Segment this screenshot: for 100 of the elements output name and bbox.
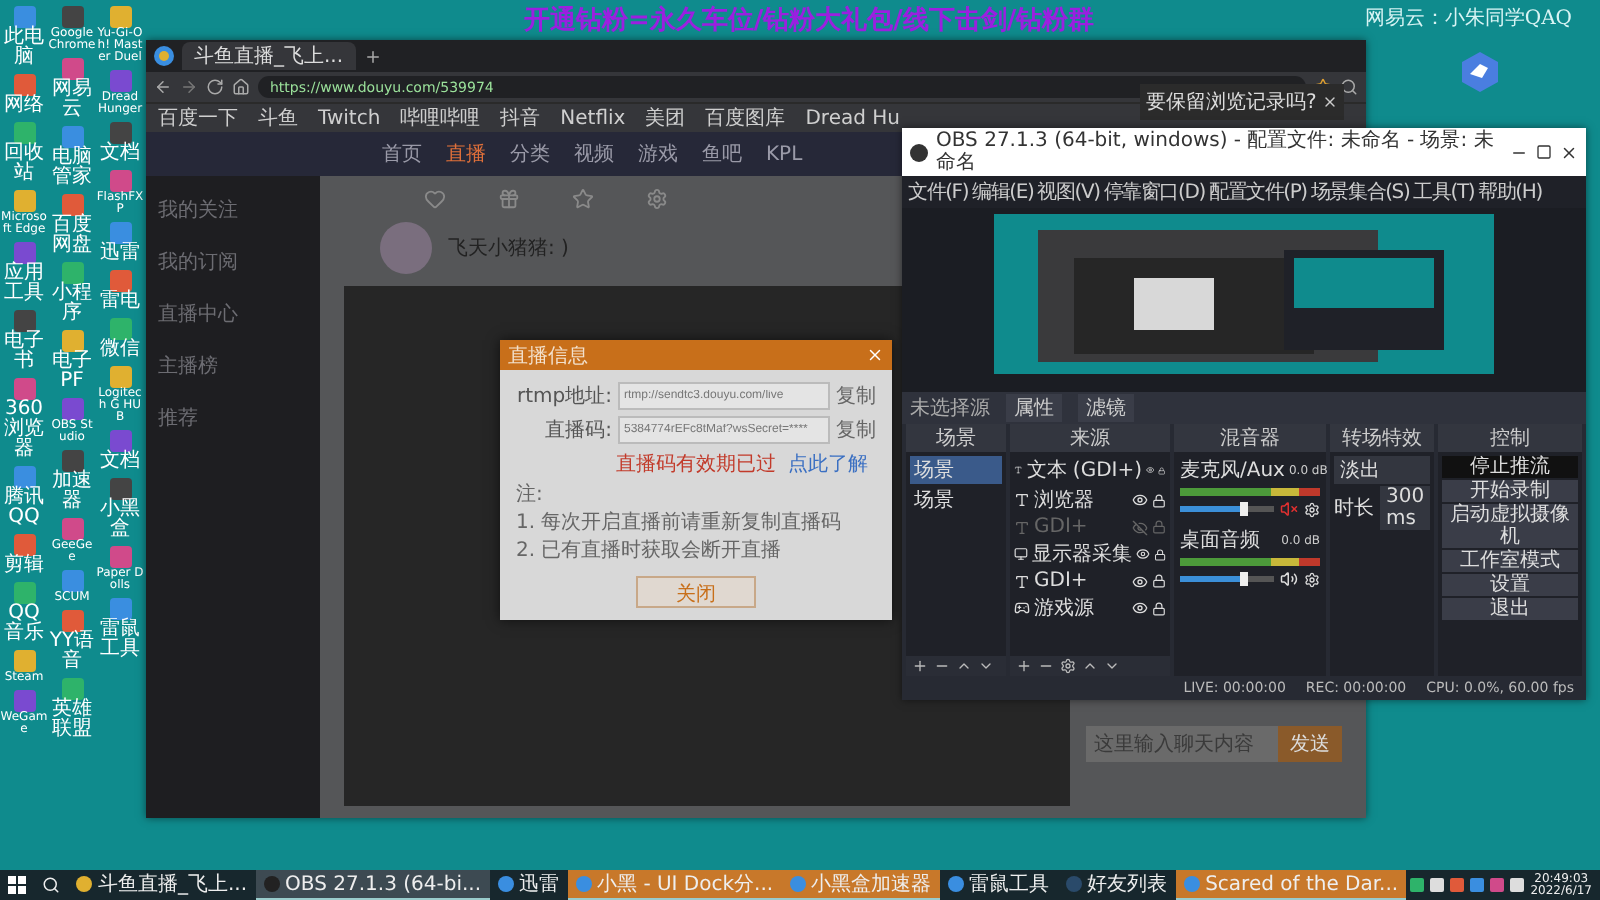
add-icon[interactable] (1016, 658, 1032, 674)
search-icon[interactable] (1340, 78, 1358, 96)
menu-item[interactable]: 场景集合(S) (1310, 178, 1410, 206)
bookmark-link[interactable]: 抖音 (500, 104, 541, 132)
muted-speaker-icon[interactable] (1280, 500, 1298, 518)
app-label: 电子PF (50, 352, 94, 392)
taskbar-item[interactable]: 斗鱼直播_飞上... (68, 870, 256, 900)
field-label: 直播码: (543, 417, 612, 444)
scene-item[interactable]: 场景 (910, 486, 1002, 514)
text-icon (1014, 519, 1030, 535)
app-icon[interactable] (13, 122, 35, 144)
source-name[interactable]: 浏览器 (1034, 486, 1128, 514)
bookmark-link[interactable]: 哔哩哔哩 (400, 104, 481, 132)
control-button[interactable]: 开始录制 (1442, 480, 1578, 502)
menu-item[interactable]: 配置文件(P) (1208, 178, 1307, 206)
menu-item[interactable]: 帮助(H) (1478, 178, 1542, 206)
bookmark-link[interactable]: 百度一下 (158, 104, 238, 132)
lock-icon[interactable] (1153, 547, 1166, 561)
app-icon[interactable] (61, 330, 83, 352)
close-icon[interactable] (1560, 143, 1578, 161)
app-icon[interactable] (61, 58, 83, 80)
avatar (380, 222, 432, 274)
app-label: 加速器 (50, 472, 94, 512)
up-icon[interactable] (1082, 658, 1098, 674)
add-icon[interactable] (912, 658, 928, 674)
lock-icon[interactable] (1152, 601, 1166, 615)
level-meter (1180, 558, 1320, 566)
app-icon[interactable] (109, 478, 131, 500)
control-button[interactable]: 设置 (1442, 574, 1578, 596)
copy-link[interactable]: 复制 (836, 382, 876, 410)
home-icon[interactable] (232, 78, 250, 96)
menu-item[interactable]: 编辑(E) (972, 178, 1034, 206)
nav-link[interactable]: 首页 (382, 140, 422, 168)
app-icon[interactable] (13, 310, 35, 332)
app-icon[interactable] (109, 598, 131, 620)
taskbar-item[interactable]: 迅雷 (489, 870, 568, 900)
menu-item[interactable]: 文件(F) (908, 178, 969, 206)
source-name[interactable]: 游戏源 (1034, 594, 1128, 622)
taskbar-item[interactable]: 好友列表 (1057, 870, 1176, 900)
transition-select[interactable]: 淡出 (1334, 456, 1430, 484)
control-button[interactable]: 启动虚拟摄像机 (1442, 504, 1578, 548)
down-icon[interactable] (978, 658, 994, 674)
control-button[interactable]: 工作室模式 (1442, 550, 1578, 572)
duration-field[interactable]: 300 ms (1380, 486, 1431, 530)
bookmark-link[interactable]: Dread Hu (805, 107, 900, 129)
source-name[interactable]: 文本 (GDI+) (1026, 456, 1143, 484)
app-label: 电脑管家 (50, 148, 94, 188)
scene-item[interactable]: 场景 (910, 456, 1002, 484)
nav-link[interactable]: KPL (766, 143, 803, 165)
bookmark-link[interactable]: 斗鱼 (258, 104, 298, 132)
control-button[interactable]: 停止推流 (1442, 456, 1578, 478)
app-icon[interactable] (109, 270, 131, 292)
bookmark-link[interactable]: 百度图库 (705, 104, 786, 132)
taskbar-item[interactable]: OBS 27.1.3 (64-bi... (255, 870, 490, 900)
volume-slider[interactable] (1180, 502, 1274, 516)
reload-icon[interactable] (206, 78, 224, 96)
control-button[interactable]: 退出 (1442, 598, 1578, 620)
menu-item[interactable]: 视图(V) (1037, 178, 1100, 206)
source-name[interactable]: GDI+ (1034, 570, 1128, 592)
bookmark-link[interactable]: Twitch (318, 107, 381, 129)
credit-text: 网易云：小朱同学QAQ (1364, 5, 1572, 32)
app-icon[interactable] (13, 74, 35, 96)
app-icon[interactable] (109, 222, 131, 244)
app-icon[interactable] (61, 194, 83, 216)
bookmark-link[interactable]: 美团 (645, 104, 686, 132)
up-icon[interactable] (956, 658, 972, 674)
source-name[interactable]: 显示器采集 (1031, 540, 1132, 568)
back-icon[interactable] (154, 78, 172, 96)
windows-logo-icon[interactable] (8, 875, 26, 893)
new-tab-icon[interactable] (363, 47, 382, 65)
nav-link[interactable]: 分类 (510, 140, 550, 168)
forward-icon[interactable] (180, 78, 198, 96)
app-icon[interactable] (13, 242, 35, 264)
lock-icon[interactable] (1152, 574, 1166, 588)
dock-title: 控制 (1438, 424, 1582, 452)
copy-link[interactable]: 复制 (836, 416, 876, 444)
nav-link[interactable]: 直播 (446, 140, 486, 168)
lock-icon[interactable] (1158, 463, 1166, 477)
bookmark-link[interactable]: Netflix (560, 107, 626, 129)
maximize-icon[interactable] (1536, 144, 1552, 160)
send-button[interactable]: 发送 (1278, 726, 1342, 762)
nav-link[interactable]: 视频 (574, 140, 614, 168)
app-label: 雷鼠工具 (98, 620, 142, 660)
nav-link[interactable]: 鱼吧 (702, 140, 742, 168)
down-icon[interactable] (1104, 658, 1120, 674)
menu-item[interactable]: 工具(T) (1413, 178, 1475, 206)
taskbar-item[interactable]: 雷鼠工具 (939, 870, 1058, 900)
source-button[interactable]: 属性 (1006, 394, 1062, 422)
settings-icon[interactable] (1060, 658, 1076, 674)
source-button[interactable]: 滤镜 (1078, 394, 1134, 422)
nav-link[interactable]: 游戏 (638, 140, 678, 168)
menu-item[interactable]: 停靠窗口(D) (1103, 178, 1205, 206)
volume-slider[interactable] (1180, 572, 1274, 586)
visibility-icon[interactable] (1146, 462, 1155, 478)
app-icon[interactable] (13, 466, 35, 488)
speaker-icon[interactable] (1280, 570, 1298, 588)
lock-icon[interactable] (1152, 493, 1166, 507)
app-label: 小黑盒 (98, 500, 142, 540)
browser-tab[interactable]: 斗鱼直播_飞上... (182, 42, 356, 70)
star-icon[interactable] (572, 188, 594, 210)
